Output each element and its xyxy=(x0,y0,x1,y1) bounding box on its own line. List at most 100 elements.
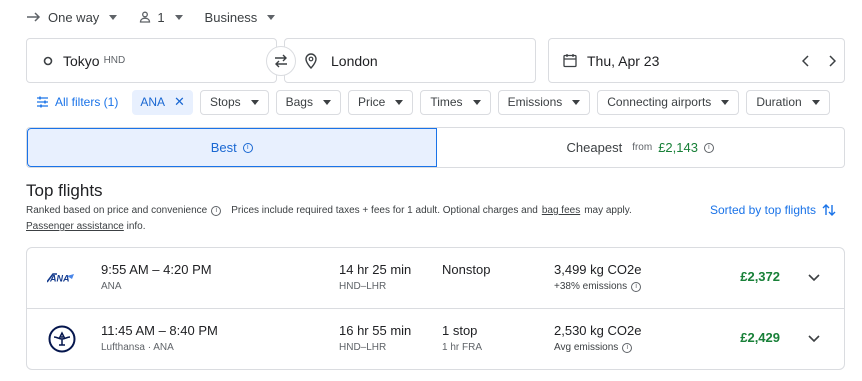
flight-price: £2,429 xyxy=(740,330,780,345)
origin-code: HND xyxy=(103,55,126,66)
date-nav xyxy=(802,39,836,82)
location-pin-icon xyxy=(305,52,317,69)
svg-text:ANA: ANA xyxy=(49,274,70,284)
filter-chip-label: Times xyxy=(430,95,463,109)
person-icon xyxy=(140,11,151,23)
emissions-info: +38% emissions i xyxy=(554,281,642,292)
destination-city: London xyxy=(331,52,378,69)
passenger-assistance-link[interactable]: Passenger assistance xyxy=(26,221,124,232)
arrow-right-icon xyxy=(27,12,41,22)
tune-icon xyxy=(37,96,48,108)
info-icon[interactable]: i xyxy=(211,205,222,216)
flight-stops: Nonstop xyxy=(442,262,491,277)
flight-route: HND–LHR xyxy=(339,342,387,353)
flight-duration: 16 hr 55 min xyxy=(339,323,412,338)
cheapest-price: £2,143 xyxy=(658,140,698,155)
swap-icon xyxy=(275,54,287,68)
prices-note-end: may apply. xyxy=(584,205,632,216)
info-icon[interactable]: i xyxy=(631,281,642,292)
origin-city: Tokyo xyxy=(63,52,100,69)
co2-amount: 2,530 kg CO2e xyxy=(554,323,642,338)
cheapest-from-label: from xyxy=(632,142,653,153)
calendar-icon xyxy=(563,54,577,68)
bag-fees-link[interactable]: bag fees xyxy=(542,205,580,216)
tab-cheapest-label: Cheapest xyxy=(566,140,623,155)
all-filters-label: All filters (1) xyxy=(55,95,119,109)
sort-button[interactable]: Sorted by top flights xyxy=(710,203,836,217)
chevron-down-icon xyxy=(395,99,404,105)
flight-times: 11:45 AM – 8:40 PM xyxy=(101,323,218,338)
swap-button[interactable] xyxy=(266,46,296,76)
destination-input[interactable]: London xyxy=(284,38,536,83)
flight-route: HND–LHR xyxy=(339,281,387,292)
chevron-down-icon xyxy=(472,99,481,105)
trip-type-select[interactable]: One way xyxy=(26,9,118,25)
filter-chip-label: Bags xyxy=(285,95,313,109)
expand-button[interactable] xyxy=(804,329,824,349)
cabin-class-label: Business xyxy=(204,9,258,25)
flight-stops: 1 stop xyxy=(442,323,478,338)
filter-chip-duration[interactable]: Duration xyxy=(746,89,830,115)
ana-logo-icon: ANA xyxy=(45,267,79,289)
sort-icon xyxy=(822,204,836,216)
chevron-down-icon xyxy=(808,274,820,282)
info-icon[interactable]: i xyxy=(622,342,633,353)
flight-row[interactable]: 11:45 AM – 8:40 PM Lufthansa · ANA 16 hr… xyxy=(27,309,844,370)
chevron-left-icon[interactable] xyxy=(802,54,810,67)
assistance-note: Passenger assistance info. xyxy=(26,221,146,232)
expand-button[interactable] xyxy=(804,268,824,288)
filter-chip-label: ANA xyxy=(140,95,166,109)
filter-chip-times[interactable]: Times xyxy=(420,89,491,115)
emissions-label: +38% emissions xyxy=(554,281,628,292)
filter-chip-price[interactable]: Price xyxy=(347,89,414,115)
tab-cheapest[interactable]: Cheapest from £2,143 i xyxy=(437,128,845,167)
trip-type-label: One way xyxy=(48,9,100,25)
info-icon[interactable]: i xyxy=(242,142,253,153)
assistance-suffix: info. xyxy=(126,221,146,232)
filter-chip-stops[interactable]: Stops xyxy=(199,89,269,115)
filter-chip-label: Emissions xyxy=(507,95,563,109)
close-icon[interactable]: ✕ xyxy=(174,94,185,110)
flight-results: ANA 9:55 AM – 4:20 PM ANA 14 hr 25 min H… xyxy=(26,247,845,370)
chevron-down-icon xyxy=(322,99,331,105)
passengers-count: 1 xyxy=(157,9,165,25)
flight-price: £2,372 xyxy=(740,269,780,284)
chevron-right-icon[interactable] xyxy=(828,54,836,67)
airline-name: Lufthansa · ANA xyxy=(101,342,174,353)
stop-detail: 1 hr FRA xyxy=(442,342,483,353)
all-filters-button[interactable]: All filters (1) xyxy=(26,95,118,109)
tab-best[interactable]: Best i xyxy=(27,128,437,167)
passengers-select[interactable]: 1 xyxy=(139,9,183,25)
info-icon[interactable]: i xyxy=(703,142,714,153)
flight-times: 9:55 AM – 4:20 PM xyxy=(101,262,212,277)
filter-chip-label: Price xyxy=(357,95,386,109)
departure-date-input[interactable]: Thu, Apr 23 xyxy=(548,38,845,83)
filter-chip-ana[interactable]: ANA ✕ xyxy=(132,89,193,115)
filter-chip-label: Stops xyxy=(209,95,241,109)
ranked-text: Ranked based on price and convenience xyxy=(26,205,208,216)
tab-best-label: Best xyxy=(210,140,237,155)
prices-note: Prices include required taxes + fees for… xyxy=(231,205,538,216)
chevron-down-icon xyxy=(721,99,730,105)
sort-tabs: Best i Cheapest from £2,143 i xyxy=(26,127,845,168)
chevron-down-icon xyxy=(109,14,118,20)
chevron-down-icon xyxy=(267,14,276,20)
chevron-down-icon xyxy=(572,99,581,105)
cabin-class-select[interactable]: Business xyxy=(205,10,276,25)
emissions-label: Avg emissions xyxy=(554,342,619,353)
filter-chip-bags[interactable]: Bags xyxy=(275,89,341,115)
flight-duration: 14 hr 25 min xyxy=(339,262,412,277)
ranking-note: Ranked based on price and convenience i … xyxy=(26,205,632,216)
sort-label: Sorted by top flights xyxy=(709,203,816,217)
co2-amount: 3,499 kg CO2e xyxy=(554,262,642,277)
filter-chip-connecting-airports[interactable]: Connecting airports xyxy=(597,89,740,115)
filters-bar: All filters (1) ANA ✕ Stops Bags Price T… xyxy=(26,89,837,115)
filter-chip-label: Duration xyxy=(756,95,802,109)
trip-options-bar: One way 1 Business xyxy=(26,4,297,30)
chevron-down-icon xyxy=(250,99,259,105)
origin-input[interactable]: Tokyo HND xyxy=(26,38,277,83)
flight-row[interactable]: ANA 9:55 AM – 4:20 PM ANA 14 hr 25 min H… xyxy=(27,248,844,309)
filter-chip-label: Connecting airports xyxy=(607,95,712,109)
chevron-down-icon xyxy=(808,335,820,343)
filter-chip-emissions[interactable]: Emissions xyxy=(497,89,591,115)
